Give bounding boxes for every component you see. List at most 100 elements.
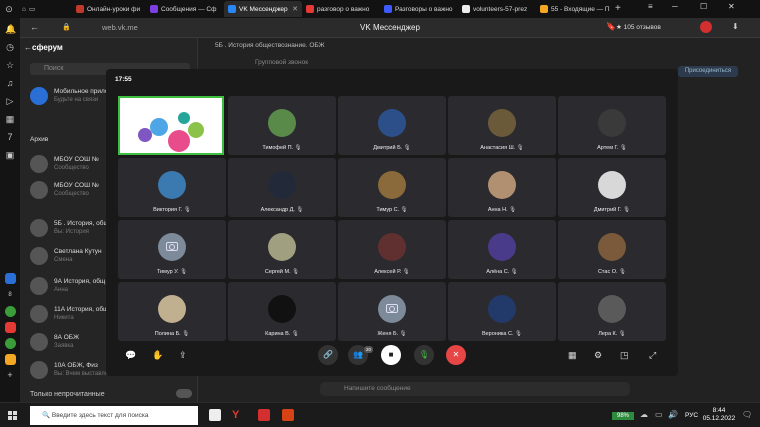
settings-gear-icon[interactable]: ⚙ (594, 350, 602, 361)
link-button[interactable]: 🔗 (318, 345, 338, 365)
tab-5[interactable]: volunteers-57-prez (458, 1, 536, 17)
language-indicator[interactable]: РУС (685, 412, 698, 419)
participant-tile[interactable]: Анна Н. 🎙 (448, 158, 556, 217)
grid-layout-icon[interactable]: ▦ (568, 350, 577, 361)
participant-name: Анна Н. 🎙 (487, 207, 517, 213)
window-close-icon[interactable]: ✕ (728, 2, 735, 11)
app-mail-icon[interactable] (5, 354, 16, 365)
participant-tile[interactable]: Сергей М. 🎙 (228, 220, 336, 279)
participant-tile[interactable]: Вероника С. 🎙 (448, 282, 556, 341)
participant-tile[interactable]: Лера К. 🎙 (558, 282, 666, 341)
fullscreen-icon[interactable]: ⤢ (649, 350, 656, 361)
yandex-browser-icon[interactable]: Y (232, 409, 244, 421)
tab-0[interactable]: Онлайн-уроки фи (72, 1, 146, 17)
maximize-icon[interactable]: ☐ (700, 2, 707, 11)
participants-count-badge: 20 (364, 346, 373, 353)
reviews-link[interactable]: ★ 105 отзывов (616, 23, 661, 31)
new-tab-plus-icon[interactable]: + (615, 3, 621, 14)
star-icon[interactable]: ☆ (5, 60, 15, 70)
app-phone-icon[interactable] (5, 338, 16, 349)
bell-icon[interactable]: 🔔 (5, 24, 16, 34)
end-call-button[interactable]: ✕ (446, 345, 466, 365)
download-icon[interactable]: ⬇ (732, 22, 739, 31)
participant-tile[interactable]: Тимур У. 🎙 (118, 220, 226, 279)
cloud-icon[interactable]: ☁ (640, 410, 648, 419)
muted-mic-icon: 🎙 (621, 207, 631, 213)
app-yandex-icon[interactable] (5, 322, 16, 333)
video-call-window: 17:55 Тимофей П. 🎙 Дмитрий Б. 🎙 Анастасия … (106, 69, 678, 376)
tab-favicon (150, 5, 158, 13)
participant-tile[interactable]: Артем Г. 🎙 (558, 96, 666, 155)
tab-3[interactable]: разговор о важно (302, 1, 380, 17)
avatar (30, 333, 48, 351)
close-icon[interactable]: ✕ (292, 5, 298, 13)
shared-screen-tile[interactable] (118, 96, 224, 155)
cube-icon[interactable]: ▣ (5, 150, 15, 160)
participant-tile[interactable]: Тимур С. 🎙 (338, 158, 446, 217)
camera-placeholder-icon (158, 233, 186, 261)
participant-tile[interactable]: Стас О. 🎙 (558, 220, 666, 279)
taskbar-search-input[interactable]: 🔍 Введите здесь текст для поиска (30, 406, 198, 425)
participant-tile[interactable]: Александр Д. 🎙 (228, 158, 336, 217)
participant-tile[interactable]: Полина Б. 🎙 (118, 282, 226, 341)
raise-hand-icon[interactable]: ✋ (152, 350, 163, 361)
participant-name: Карина В. 🎙 (265, 331, 299, 337)
avatar (598, 233, 626, 261)
join-call-button[interactable]: Присоединиться (678, 66, 738, 77)
participant-name: Стас О. 🎙 (597, 269, 627, 275)
windows-start-icon[interactable] (8, 411, 17, 420)
participant-name: Анастасия Ш. 🎙 (480, 145, 524, 151)
chat-bubble-icon[interactable]: 💬 (125, 350, 136, 361)
participant-tile[interactable]: Алексей Р. 🎙 (338, 220, 446, 279)
calendar-icon[interactable]: ▦ (5, 114, 15, 124)
muted-mic-icon: 🎙 (515, 145, 524, 151)
notifications-icon[interactable]: 🗨 (742, 410, 752, 419)
system-clock[interactable]: 8:44 05.12.2022 (700, 407, 738, 423)
participant-tile[interactable]: Тимофей П. 🎙 (228, 96, 336, 155)
powerpoint-icon[interactable] (282, 409, 294, 421)
music-icon[interactable]: ♫ (5, 78, 15, 88)
task-view-icon[interactable] (209, 409, 221, 421)
participant-tile[interactable]: Виктория Г. 🎙 (118, 158, 226, 217)
pdf-reader-icon[interactable] (258, 409, 270, 421)
tab-6[interactable]: 55 - Входящие — П (536, 1, 614, 17)
home-tab[interactable]: ⌂ ▭ (18, 1, 68, 17)
camera-placeholder-icon (378, 295, 406, 323)
participant-tile[interactable]: Анастасия Ш. 🎙 (448, 96, 556, 155)
clock-icon[interactable]: ◷ (5, 42, 15, 52)
network-icon[interactable]: ▭ (655, 410, 663, 419)
microphone-button[interactable]: 🎙 (414, 345, 434, 365)
minimize-window-icon[interactable]: ◳ (620, 350, 629, 361)
avatar (268, 109, 296, 137)
volume-icon[interactable]: 🔊 (668, 410, 678, 419)
app-messenger-icon[interactable] (5, 273, 16, 284)
avatar (378, 109, 406, 137)
app-chat-icon[interactable] (5, 306, 16, 317)
menu-icon[interactable]: ≡ (648, 2, 653, 11)
muted-mic-icon: 🎙 (290, 269, 300, 275)
participant-tile[interactable]: Дмитрий Г. 🎙 (558, 158, 666, 217)
play-icon[interactable]: ▷ (5, 96, 15, 106)
participant-name: Тимур У. 🎙 (156, 269, 188, 275)
participant-tile[interactable]: Карина В. 🎙 (228, 282, 336, 341)
only-unread-toggle[interactable] (176, 389, 192, 398)
active-chat-header[interactable]: 5Б . История обществознание. ОБЖ Группово… (215, 42, 325, 66)
bookmark-icon[interactable]: 🔖 (606, 22, 616, 31)
participant-name: Виктория Г. 🎙 (153, 207, 191, 213)
add-app-icon[interactable]: + (5, 370, 15, 380)
message-input[interactable]: Напишите сообщение (320, 382, 630, 396)
minimize-icon[interactable]: ─ (672, 2, 678, 11)
tab-1[interactable]: Сообщения — Сф (146, 1, 224, 17)
participant-tile[interactable]: Женя Б. 🎙 (338, 282, 446, 341)
tab-4[interactable]: Разговоры о важно (380, 1, 458, 17)
number-icon[interactable]: 7 (5, 132, 15, 142)
back-arrow-icon[interactable]: ← (24, 43, 32, 52)
share-screen-icon[interactable]: ⇪ (179, 350, 187, 361)
adblock-icon[interactable] (700, 21, 712, 33)
participant-tile[interactable]: Алёна С. 🎙 (448, 220, 556, 279)
participant-tile[interactable]: Дмитрий Б. 🎙 (338, 96, 446, 155)
muted-mic-icon: 🎙 (182, 207, 191, 213)
tab-2[interactable]: VK Мессенджер ✕ (224, 1, 302, 17)
back-history-icon[interactable]: ⊙ (4, 4, 14, 14)
camera-off-button[interactable]: ■ (381, 345, 401, 365)
